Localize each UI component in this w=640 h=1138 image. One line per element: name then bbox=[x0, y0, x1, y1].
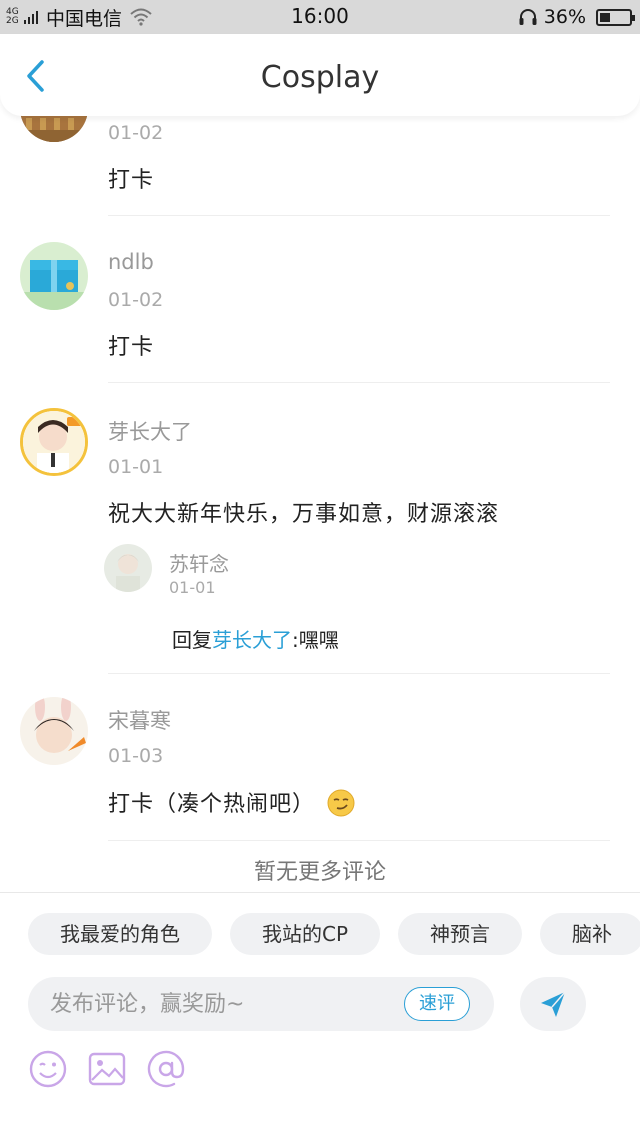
divider bbox=[108, 382, 610, 383]
input-tools bbox=[28, 1049, 205, 1089]
comment-input-box[interactable]: 速评 bbox=[28, 977, 494, 1031]
divider bbox=[108, 673, 610, 674]
comment-author[interactable]: ndlb bbox=[108, 250, 154, 274]
comment-text: 打卡（凑个热闹吧） bbox=[108, 786, 355, 818]
avatar[interactable] bbox=[20, 408, 88, 476]
comment-input-panel: 我最爱的角色 我站的CP 神预言 脑补 速评 bbox=[0, 892, 640, 1138]
comment-date: 01-01 bbox=[108, 456, 164, 478]
smirk-emoji-icon bbox=[327, 789, 355, 817]
send-button[interactable] bbox=[520, 977, 586, 1031]
emoji-icon[interactable] bbox=[28, 1049, 68, 1089]
comment-author[interactable]: 宋暮寒 bbox=[108, 705, 171, 735]
reply-author[interactable]: 苏轩念 bbox=[169, 548, 229, 577]
avatar[interactable] bbox=[20, 697, 88, 765]
quick-review-button[interactable]: 速评 bbox=[404, 987, 470, 1021]
reply-text: 回复芽长大了:嘿嘿 bbox=[172, 624, 339, 653]
reply-prefix: 回复 bbox=[172, 628, 212, 652]
quick-tag[interactable]: 脑补 bbox=[540, 913, 640, 955]
quick-tag[interactable]: 我站的CP bbox=[230, 913, 381, 955]
reply-body: :嘿嘿 bbox=[292, 628, 339, 652]
nav-header: Cosplay bbox=[0, 34, 640, 116]
send-icon bbox=[541, 991, 566, 1017]
comment-author[interactable]: 芽长大了 bbox=[108, 416, 192, 446]
comment-list[interactable]: 01-02 打卡 ndlb 01-02 打卡 芽长大了 01-01 祝大大新年快… bbox=[0, 0, 640, 892]
comment-text: 祝大大新年快乐，万事如意，财源滚滚 bbox=[108, 502, 500, 527]
reply-date: 01-01 bbox=[169, 578, 216, 597]
comment-date: 01-02 bbox=[108, 289, 164, 311]
comment-text: 打卡 bbox=[108, 335, 155, 360]
comment-input[interactable] bbox=[50, 987, 390, 1021]
quick-tags: 我最爱的角色 我站的CP 神预言 脑补 bbox=[28, 913, 640, 955]
divider bbox=[108, 840, 610, 841]
avatar[interactable] bbox=[20, 242, 88, 310]
quick-tag[interactable]: 我最爱的角色 bbox=[28, 913, 212, 955]
comment-date: 01-03 bbox=[108, 745, 164, 767]
page-title: Cosplay bbox=[260, 60, 380, 95]
reply-avatar[interactable] bbox=[104, 544, 152, 592]
image-icon[interactable] bbox=[87, 1049, 127, 1089]
comment-text: 打卡 bbox=[108, 168, 155, 193]
comment-text-body: 打卡（凑个热闹吧） bbox=[108, 792, 316, 817]
no-more-comments: 暂无更多评论 bbox=[253, 860, 386, 885]
divider bbox=[108, 215, 610, 216]
at-icon[interactable] bbox=[146, 1049, 186, 1089]
quick-tag[interactable]: 神预言 bbox=[398, 913, 523, 955]
reply-mention-link[interactable]: 芽长大了 bbox=[212, 628, 292, 652]
comment-date: 01-02 bbox=[108, 122, 164, 144]
